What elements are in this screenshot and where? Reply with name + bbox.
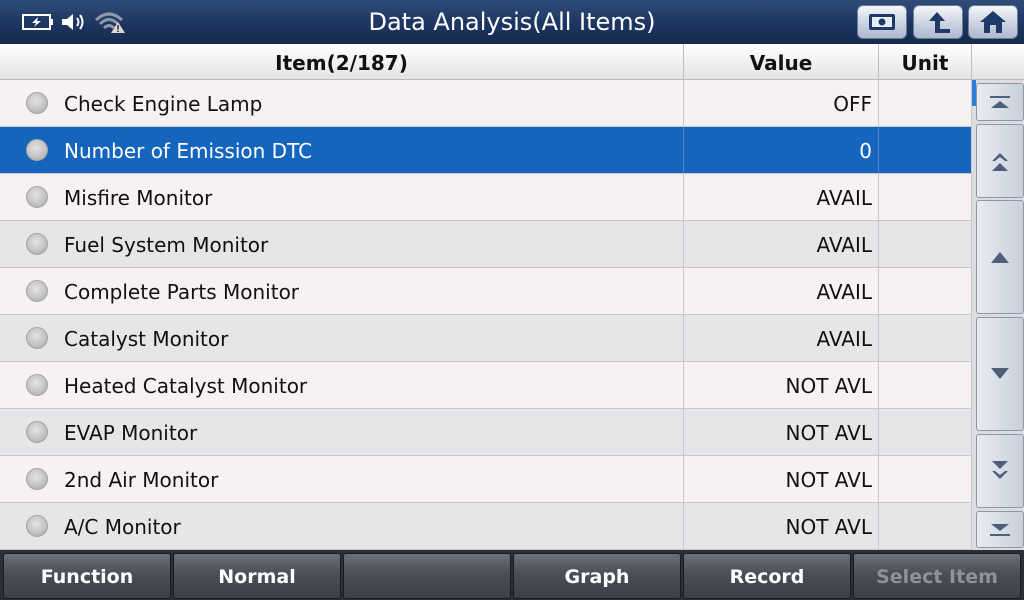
row-unit: [879, 315, 971, 361]
back-arrow-icon: [929, 12, 950, 33]
table-row[interactable]: Fuel System Monitor AVAIL: [0, 221, 972, 268]
row-unit: [879, 221, 971, 267]
bottom-toolbar: Function Normal Graph Record Select Item: [0, 550, 1024, 600]
graph-button[interactable]: Graph: [513, 553, 681, 599]
row-unit: [879, 127, 971, 173]
row-radio-icon[interactable]: [26, 374, 48, 396]
row-value: NOT AVL: [785, 374, 872, 398]
row-item-name: Misfire Monitor: [64, 186, 213, 210]
table-row[interactable]: Complete Parts Monitor AVAIL: [0, 268, 972, 315]
scroll-top-button[interactable]: [976, 83, 1024, 121]
table-row[interactable]: 2nd Air Monitor NOT AVL: [0, 456, 972, 503]
row-unit: [879, 80, 971, 126]
row-value: OFF: [833, 92, 872, 116]
empty-button: [343, 553, 511, 599]
row-radio-icon[interactable]: [26, 186, 48, 208]
line-down-icon: [991, 368, 1009, 379]
row-item-name: Check Engine Lamp: [64, 92, 263, 116]
row-radio-icon[interactable]: [26, 327, 48, 349]
table-row[interactable]: Number of Emission DTC 0: [0, 127, 972, 174]
table-row[interactable]: EVAP Monitor NOT AVL: [0, 409, 972, 456]
screenshot-button[interactable]: [857, 5, 907, 39]
row-radio-icon[interactable]: [26, 421, 48, 443]
row-value: AVAIL: [816, 186, 872, 210]
header-item: Item(2/187): [0, 44, 684, 80]
row-radio-icon[interactable]: [26, 233, 48, 255]
row-value: AVAIL: [816, 280, 872, 304]
scroll-bottom-icon: [990, 523, 1010, 536]
row-item-name: Heated Catalyst Monitor: [64, 374, 308, 398]
line-up-button[interactable]: [976, 200, 1024, 314]
row-unit: [879, 174, 971, 220]
row-unit: [879, 268, 971, 314]
row-radio-icon[interactable]: [26, 139, 48, 161]
record-button[interactable]: Record: [683, 553, 851, 599]
table-row[interactable]: Check Engine Lamp OFF: [0, 80, 972, 127]
header-unit: Unit: [879, 44, 972, 80]
row-value: AVAIL: [816, 327, 872, 351]
row-value: NOT AVL: [785, 421, 872, 445]
row-radio-icon[interactable]: [26, 92, 48, 114]
scroll-top-icon: [990, 96, 1010, 108]
row-value: 0: [859, 139, 872, 163]
row-radio-icon[interactable]: [26, 515, 48, 537]
row-unit: [879, 503, 971, 549]
page-up-icon: [992, 153, 1008, 171]
home-icon: [980, 11, 1006, 33]
row-item-name: Fuel System Monitor: [64, 233, 269, 257]
line-down-button[interactable]: [976, 317, 1024, 431]
table-row[interactable]: Catalyst Monitor AVAIL: [0, 315, 972, 362]
select-item-button[interactable]: Select Item: [853, 553, 1021, 599]
table-header: Item(2/187) Value Unit: [0, 44, 1024, 80]
normal-button[interactable]: Normal: [173, 553, 341, 599]
title-bar: Data Analysis(All Items): [0, 0, 1024, 44]
scroll-bottom-button[interactable]: [976, 511, 1024, 548]
scrollbar[interactable]: [972, 80, 1024, 550]
row-unit: [879, 362, 971, 408]
row-item-name: A/C Monitor: [64, 515, 181, 539]
line-up-icon: [991, 252, 1009, 263]
row-item-name: Complete Parts Monitor: [64, 280, 300, 304]
page-down-button[interactable]: [976, 434, 1024, 508]
back-button[interactable]: [913, 5, 963, 39]
row-item-name: Number of Emission DTC: [64, 139, 313, 163]
data-list: Check Engine Lamp OFF Number of Emission D…: [0, 80, 972, 550]
home-button[interactable]: [968, 5, 1018, 39]
row-item-name: EVAP Monitor: [64, 421, 198, 445]
row-item-name: 2nd Air Monitor: [64, 468, 219, 492]
row-unit: [879, 456, 971, 502]
table-row[interactable]: A/C Monitor NOT AVL: [0, 503, 972, 550]
row-value: NOT AVL: [785, 515, 872, 539]
page-up-button[interactable]: [976, 124, 1024, 198]
row-radio-icon[interactable]: [26, 280, 48, 302]
table-row[interactable]: Heated Catalyst Monitor NOT AVL: [0, 362, 972, 409]
page-down-icon: [992, 461, 1008, 479]
header-value: Value: [684, 44, 879, 80]
row-item-name: Catalyst Monitor: [64, 327, 229, 351]
row-unit: [879, 409, 971, 455]
screenshot-icon: [869, 14, 895, 30]
row-value: AVAIL: [816, 233, 872, 257]
row-value: NOT AVL: [785, 468, 872, 492]
row-radio-icon[interactable]: [26, 468, 48, 490]
function-button[interactable]: Function: [3, 553, 171, 599]
table-row[interactable]: Misfire Monitor AVAIL: [0, 174, 972, 221]
